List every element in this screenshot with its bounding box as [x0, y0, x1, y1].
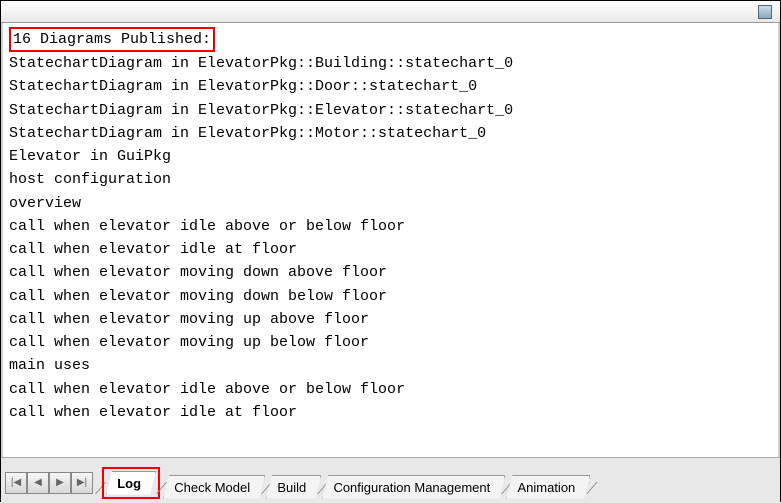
log-line: StatechartDiagram in ElevatorPkg::Buildi…	[9, 52, 772, 75]
published-count-highlight: 16 Diagrams Published:	[9, 27, 215, 52]
log-line: call when elevator idle at floor	[9, 401, 772, 424]
log-line: call when elevator moving down below flo…	[9, 285, 772, 308]
log-output-panel: 16 Diagrams Published: StatechartDiagram…	[1, 23, 780, 457]
tab-build[interactable]: Build	[266, 475, 321, 499]
log-line: call when elevator idle above or below f…	[9, 378, 772, 401]
log-line: call when elevator idle at floor	[9, 238, 772, 261]
prev-tab-button[interactable]: ◀	[27, 472, 49, 494]
log-header-line: 16 Diagrams Published:	[9, 27, 772, 52]
log-line: StatechartDiagram in ElevatorPkg::Door::…	[9, 75, 772, 98]
tab-check-model[interactable]: Check Model	[163, 475, 265, 499]
tab-highlight: Log	[102, 467, 160, 499]
tabs-container: ⟋Log⟋Check Model⟋Build⟋Configuration Man…	[99, 467, 593, 499]
tab-bar: |◀ ◀ ▶ ▶| ⟋Log⟋Check Model⟋Build⟋Configu…	[1, 457, 780, 503]
next-tab-button[interactable]: ▶	[49, 472, 71, 494]
log-line: StatechartDiagram in ElevatorPkg::Motor:…	[9, 122, 772, 145]
log-line: call when elevator moving up below floor	[9, 331, 772, 354]
tab-nav-buttons: |◀ ◀ ▶ ▶|	[5, 472, 93, 494]
log-line: overview	[9, 192, 772, 215]
log-line: call when elevator moving down above flo…	[9, 261, 772, 284]
log-line: host configuration	[9, 168, 772, 191]
log-line: call when elevator moving up above floor	[9, 308, 772, 331]
window-top-bar	[1, 1, 780, 23]
last-tab-button[interactable]: ▶|	[71, 472, 93, 494]
log-line: Elevator in GuiPkg	[9, 145, 772, 168]
tab-animation[interactable]: Animation	[506, 475, 590, 499]
tab-config-mgmt[interactable]: Configuration Management	[322, 475, 505, 499]
log-line: main uses	[9, 354, 772, 377]
first-tab-button[interactable]: |◀	[5, 472, 27, 494]
log-line: StatechartDiagram in ElevatorPkg::Elevat…	[9, 99, 772, 122]
log-line: call when elevator idle above or below f…	[9, 215, 772, 238]
tab-log[interactable]: Log	[106, 471, 156, 495]
